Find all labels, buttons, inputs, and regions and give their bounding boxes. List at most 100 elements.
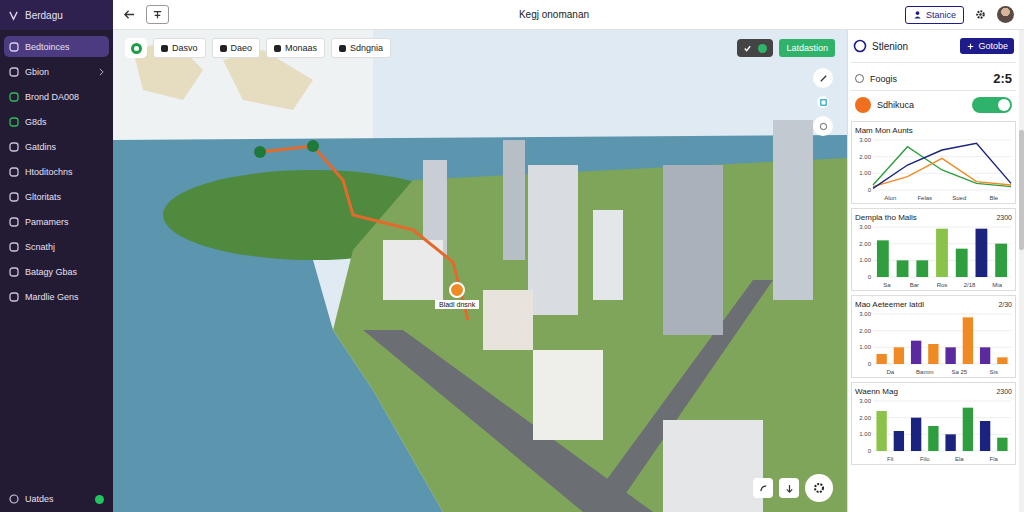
layout-button[interactable] [146,5,169,24]
chart-bar[interactable] [980,347,990,364]
station-button[interactable]: Stanice [905,6,964,24]
chevron-icon [99,68,104,76]
chart-bar[interactable] [877,240,889,277]
chart-title: Mam Mon Aunts [855,126,913,135]
chart-bar[interactable] [945,347,955,364]
scroll-thumb[interactable] [1019,130,1024,250]
filter-chip[interactable]: Dasvo [153,38,206,58]
arrows-icon [785,484,794,493]
y-tick: 1.00 [859,344,871,350]
sidebar-item[interactable]: Scnathj [4,236,109,257]
chart-bar[interactable] [928,344,938,364]
sidebar-item[interactable]: Mardlie Gens [4,286,109,307]
expand-button[interactable] [817,96,829,108]
chart-line[interactable] [873,143,1011,188]
map-view[interactable]: Dasvo DaeoMonaas Sdngnia Latdastion Bladl dn… [113,30,847,512]
chart-bar[interactable] [976,229,988,277]
location-button[interactable]: Latdastion [779,39,835,57]
chart-card: Dempla tho Malls23003.002.001.000SaBarRo… [851,208,1016,291]
chart-bar[interactable] [911,341,921,364]
chart-bar[interactable] [997,438,1007,451]
map-controls [753,474,833,502]
chart-bar[interactable] [956,249,968,277]
y-tick: 0 [868,361,872,367]
chart-bar[interactable] [980,421,990,451]
back-arrow-icon[interactable] [123,8,136,21]
gear-icon[interactable] [974,8,987,21]
zoom-out-button[interactable] [753,478,773,498]
right-panel: StlenionGotobeFoogis2:5SdhikucaMam Mon A… [847,30,1019,512]
chart-line[interactable] [873,158,1011,186]
chart-bar[interactable] [894,347,904,364]
page-title: Kegj onomanan [283,9,905,20]
y-tick: 1.00 [859,431,871,437]
chart-card: Mam Mon Aunts3.002.001.000AlunFelasSuedB… [851,121,1016,204]
sidebar-item[interactable]: Bedtoinces [4,36,109,57]
expand-icon [819,98,828,107]
route-line [113,30,847,512]
settings-button[interactable] [805,474,833,502]
toggle-switch[interactable] [972,97,1012,113]
goto-button[interactable]: Gotobe [960,38,1014,54]
sidebar-item[interactable]: Gbion [4,61,109,82]
chart-bar[interactable] [963,408,973,451]
grid-line [873,156,1011,157]
chart-bar[interactable] [936,229,948,277]
chart-line[interactable] [873,147,1011,187]
chart-bar[interactable] [911,418,921,451]
sidebar-item[interactable]: Batagy Gbas [4,261,109,282]
gear-icon [812,481,826,495]
layout-icon [151,8,164,21]
sidebar-item[interactable]: Gltoritats [4,186,109,207]
chart-badge: 2300 [996,214,1012,221]
map-marker[interactable]: Bladl dnsnk [435,282,479,309]
map-tools [813,68,833,136]
chart-bar[interactable] [916,260,928,277]
y-tick: 0 [868,187,872,193]
chart-bar[interactable] [897,260,909,277]
sidebar-footer[interactable]: Uatdes [0,488,113,512]
sidebar-item[interactable]: G8ds [4,111,109,132]
chart-bar[interactable] [876,411,886,451]
user-avatar[interactable] [997,6,1014,23]
y-tick: 2.00 [859,241,871,247]
chart-badge: 2300 [996,388,1012,395]
item-icon [9,267,19,277]
chip-icon [161,45,168,52]
info-button[interactable] [813,116,833,136]
chart-bar[interactable] [995,244,1007,277]
grid-line [873,227,1011,228]
x-label: Ela [955,456,964,462]
y-tick: 2.00 [859,154,871,160]
compass-button[interactable] [779,478,799,498]
scrollbar[interactable] [1019,30,1024,512]
chart-bar[interactable] [945,434,955,451]
chart-bar[interactable] [876,354,886,364]
x-label: Felas [917,195,932,201]
sidebar-item[interactable]: Brond DA008 [4,86,109,107]
map-mode-button[interactable] [125,38,147,58]
mode-icon [131,43,142,54]
item-icon [9,217,19,227]
item-icon [9,192,19,202]
chart-bar[interactable] [928,426,938,451]
draw-button[interactable] [813,68,833,88]
layer-toggle[interactable] [737,39,773,57]
chart-bar[interactable] [963,317,973,364]
x-label: Ble [989,195,998,201]
filter-chip[interactable]: Sdngnia [331,38,391,58]
filter-chip[interactable]: Monaas [266,38,325,58]
chart-card: Mao Aeteemer latdl2/303.002.001.000DaBam… [851,295,1016,378]
sidebar-item[interactable]: Pamamers [4,211,109,232]
chart-bar[interactable] [997,357,1007,364]
chart-bar[interactable] [894,431,904,451]
item-icon [9,242,19,252]
grid-line [873,314,1011,315]
main: Kegj onomananStanice Dasvo DaeoMonaas Sdngn… [113,0,1024,512]
filter-chip[interactable]: Daeo [212,38,261,58]
sidebar-item[interactable]: Gatdins [4,136,109,157]
brand[interactable]: Berdagu [0,0,113,30]
sidebar-item[interactable]: Htoditochns [4,161,109,182]
top-bar: Kegj onomananStanice [113,0,1024,30]
x-label: Sued [952,195,966,201]
